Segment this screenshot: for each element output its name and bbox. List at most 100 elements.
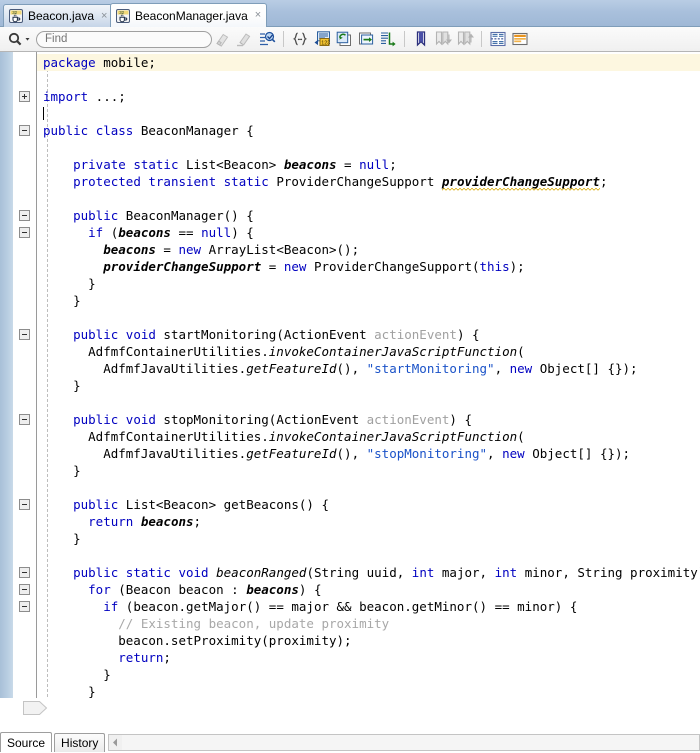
code-token: AdfmfContainerUtilities.	[43, 429, 269, 444]
horizontal-scrollbar[interactable]	[108, 734, 700, 751]
next-bookmark-icon[interactable]	[434, 30, 453, 48]
incremental-search-icon[interactable]	[258, 30, 276, 48]
goto-line-icon[interactable]: 123	[313, 30, 331, 48]
code-line[interactable]	[37, 71, 700, 88]
tab-source[interactable]: Source	[0, 732, 53, 752]
brace-matching-icon[interactable]	[291, 30, 309, 48]
fold-expand-icon[interactable]	[19, 91, 30, 102]
fold-collapse-icon[interactable]	[19, 227, 30, 238]
toolbar-separator	[481, 31, 482, 47]
code-line[interactable]	[37, 547, 700, 564]
close-icon[interactable]: ×	[255, 10, 261, 21]
code-line[interactable]: return beacons;	[37, 513, 700, 530]
code-token: invokeContainerJavaScriptFunction	[268, 429, 518, 444]
code-token: static	[125, 565, 171, 580]
code-line[interactable]: public static void beaconRanged(String u…	[37, 564, 700, 581]
code-line[interactable]: }	[37, 275, 700, 292]
code-line[interactable]	[37, 105, 700, 122]
code-line[interactable]	[37, 309, 700, 326]
code-line[interactable]: AdfmfContainerUtilities.invokeContainerJ…	[37, 428, 700, 445]
code-line[interactable]: public class BeaconManager {	[37, 122, 700, 139]
code-line[interactable]: private static List<Beacon> beacons = nu…	[37, 156, 700, 173]
code-line[interactable]	[37, 394, 700, 411]
highlight-eraser-icon[interactable]	[214, 30, 232, 48]
code-token: "stopMonitoring"	[366, 446, 488, 461]
code-insight-icon[interactable]	[511, 30, 529, 48]
code-token: int	[494, 565, 518, 580]
code-line[interactable]: AdfmfJavaUtilities.getFeatureId(), "star…	[37, 360, 700, 377]
code-line[interactable]: }	[37, 292, 700, 309]
code-line[interactable]: return;	[37, 649, 700, 666]
code-line[interactable]: if (beacon.getMajor() == major && beacon…	[37, 598, 700, 615]
split-document-icon[interactable]	[489, 30, 507, 48]
previous-bookmark-icon[interactable]	[456, 30, 475, 48]
fold-collapse-icon[interactable]	[19, 125, 30, 136]
code-line[interactable]: public void startMonitoring(ActionEvent …	[37, 326, 700, 343]
code-token: invokeContainerJavaScriptFunction	[268, 344, 518, 359]
code-editor[interactable]: package mobile; import ...; public class…	[0, 52, 700, 698]
fold-collapse-icon[interactable]	[19, 601, 30, 612]
code-line[interactable]: beacons = new ArrayList<Beacon>();	[37, 241, 700, 258]
code-line[interactable]: if (beacons == null) {	[37, 224, 700, 241]
close-icon[interactable]: ×	[101, 10, 107, 22]
code-line[interactable]: public BeaconManager() {	[37, 207, 700, 224]
code-line[interactable]: }	[37, 377, 700, 394]
editor-tab-beacon[interactable]: 32 Beacon.java ×	[3, 4, 114, 27]
code-token: (String uuid,	[306, 565, 412, 580]
bookmark-icon[interactable]	[412, 30, 430, 48]
code-line[interactable]: for (Beacon beacon : beacons) {	[37, 581, 700, 598]
code-line[interactable]: }	[37, 683, 700, 698]
toolbar-separator	[404, 31, 405, 47]
code-token: providerChangeSupport	[441, 174, 600, 189]
fold-collapse-icon[interactable]	[19, 210, 30, 221]
fold-collapse-icon[interactable]	[19, 414, 30, 425]
code-line[interactable]: }	[37, 666, 700, 683]
fold-collapse-icon[interactable]	[19, 329, 30, 340]
code-line[interactable]	[37, 139, 700, 156]
code-line[interactable]	[37, 190, 700, 207]
fold-collapse-icon[interactable]	[19, 567, 30, 578]
code-line[interactable]: public void stopMonitoring(ActionEvent a…	[37, 411, 700, 428]
code-line[interactable]: }	[37, 530, 700, 547]
fold-collapse-icon[interactable]	[19, 584, 30, 595]
code-token: ;	[389, 157, 397, 172]
code-line[interactable]: import ...;	[37, 88, 700, 105]
code-token: major,	[434, 565, 495, 580]
code-line[interactable]: beacon.setProximity(proximity);	[37, 632, 700, 649]
code-token: new	[178, 242, 202, 257]
code-line[interactable]: package mobile;	[37, 54, 700, 71]
code-token: beaconRanged	[216, 565, 307, 580]
tab-history-label: History	[61, 736, 99, 750]
editor-tab-beaconmanager[interactable]: 32 BeaconManager.java ×	[110, 3, 268, 27]
code-line[interactable]: public List<Beacon> getBeacons() {	[37, 496, 700, 513]
code-line[interactable]: providerChangeSupport = new ProviderChan…	[37, 258, 700, 275]
code-line[interactable]	[37, 479, 700, 496]
search-input[interactable]	[36, 30, 212, 48]
code-token: (	[517, 344, 525, 359]
code-line[interactable]: AdfmfContainerUtilities.invokeContainerJ…	[37, 343, 700, 360]
code-text-area[interactable]: package mobile; import ...; public class…	[37, 52, 700, 698]
code-token: void	[125, 327, 156, 342]
java-file-icon: 32	[115, 8, 131, 24]
fold-collapse-icon[interactable]	[19, 499, 30, 510]
code-line[interactable]: AdfmfJavaUtilities.getFeatureId(), "stop…	[37, 445, 700, 462]
code-line[interactable]: }	[37, 462, 700, 479]
code-token: getFeatureId	[246, 361, 337, 376]
scroll-left-arrow-icon[interactable]	[109, 735, 122, 750]
tab-history[interactable]: History	[54, 733, 106, 752]
goto-next-icon[interactable]	[357, 30, 375, 48]
code-line[interactable]: // Existing beacon, update proximity	[37, 615, 700, 632]
goto-declaration-icon[interactable]	[379, 30, 397, 48]
highlight-all-icon[interactable]	[236, 30, 254, 48]
code-line[interactable]: protected transient static ProviderChang…	[37, 173, 700, 190]
magnifier-icon	[8, 32, 22, 45]
editor-left-margin-strip	[0, 52, 13, 698]
code-token: AdfmfContainerUtilities.	[43, 344, 269, 359]
search-dropdown-button[interactable]	[5, 30, 33, 49]
scrollbar-track[interactable]	[122, 735, 699, 750]
goto-last-edit-icon[interactable]	[335, 30, 353, 48]
